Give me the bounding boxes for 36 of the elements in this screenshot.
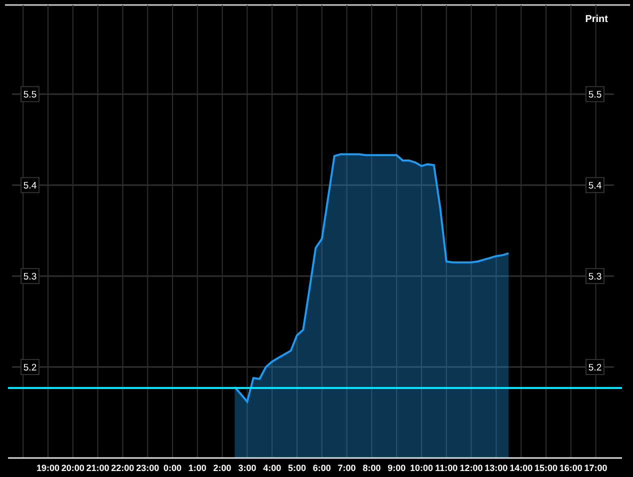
x-axis-label: 1:00 (188, 463, 206, 473)
x-axis-label: 20:00 (61, 463, 84, 473)
y-axis-label: 5.4 (20, 177, 40, 194)
x-axis-label: 15:00 (534, 463, 558, 473)
x-axis-label: 19:00 (36, 463, 60, 473)
y-axis-label: 5.2 (586, 359, 604, 376)
x-axis-label: 4:00 (263, 463, 282, 473)
x-axis-label: 2:00 (213, 463, 232, 473)
x-axis-label: 21:00 (86, 463, 110, 473)
x-axis-label: 14:00 (510, 463, 533, 473)
y-axis-label: 5.4 (586, 177, 604, 194)
x-axis-label: 23:00 (136, 463, 160, 473)
x-axis-label: 5:00 (288, 463, 306, 473)
y-axis-label: 5.2 (20, 359, 40, 376)
x-axis-label: 8:00 (362, 463, 381, 473)
x-axis-label: 11:00 (435, 463, 458, 473)
x-axis-label: 17:00 (584, 463, 608, 473)
x-axis-label: 10:00 (410, 463, 434, 473)
y-axis-label: 5.5 (586, 86, 604, 102)
y-axis-label: 5.5 (20, 86, 40, 102)
print-button[interactable]: Print (585, 15, 608, 25)
x-axis-label: 12:00 (460, 463, 483, 473)
x-axis-label: 7:00 (338, 463, 356, 473)
x-axis-label: 3:00 (238, 463, 256, 473)
y-tick-label: 5.5 (23, 90, 37, 101)
x-axis-label: 6:00 (312, 463, 331, 473)
x-axis-label: 0:00 (164, 463, 182, 473)
x-axis-label: 13:00 (484, 463, 508, 473)
y-tick-label: 5.2 (23, 362, 37, 374)
y-tick-label: 5.3 (23, 272, 37, 283)
x-axis-label: 16:00 (559, 463, 582, 473)
y-axis-label: 5.3 (586, 268, 604, 284)
x-axis-label: 9:00 (388, 463, 406, 473)
y-tick-label: 5.4 (23, 180, 37, 192)
y-axis-label: 5.3 (20, 268, 40, 284)
x-axis-label: 22:00 (111, 463, 134, 473)
